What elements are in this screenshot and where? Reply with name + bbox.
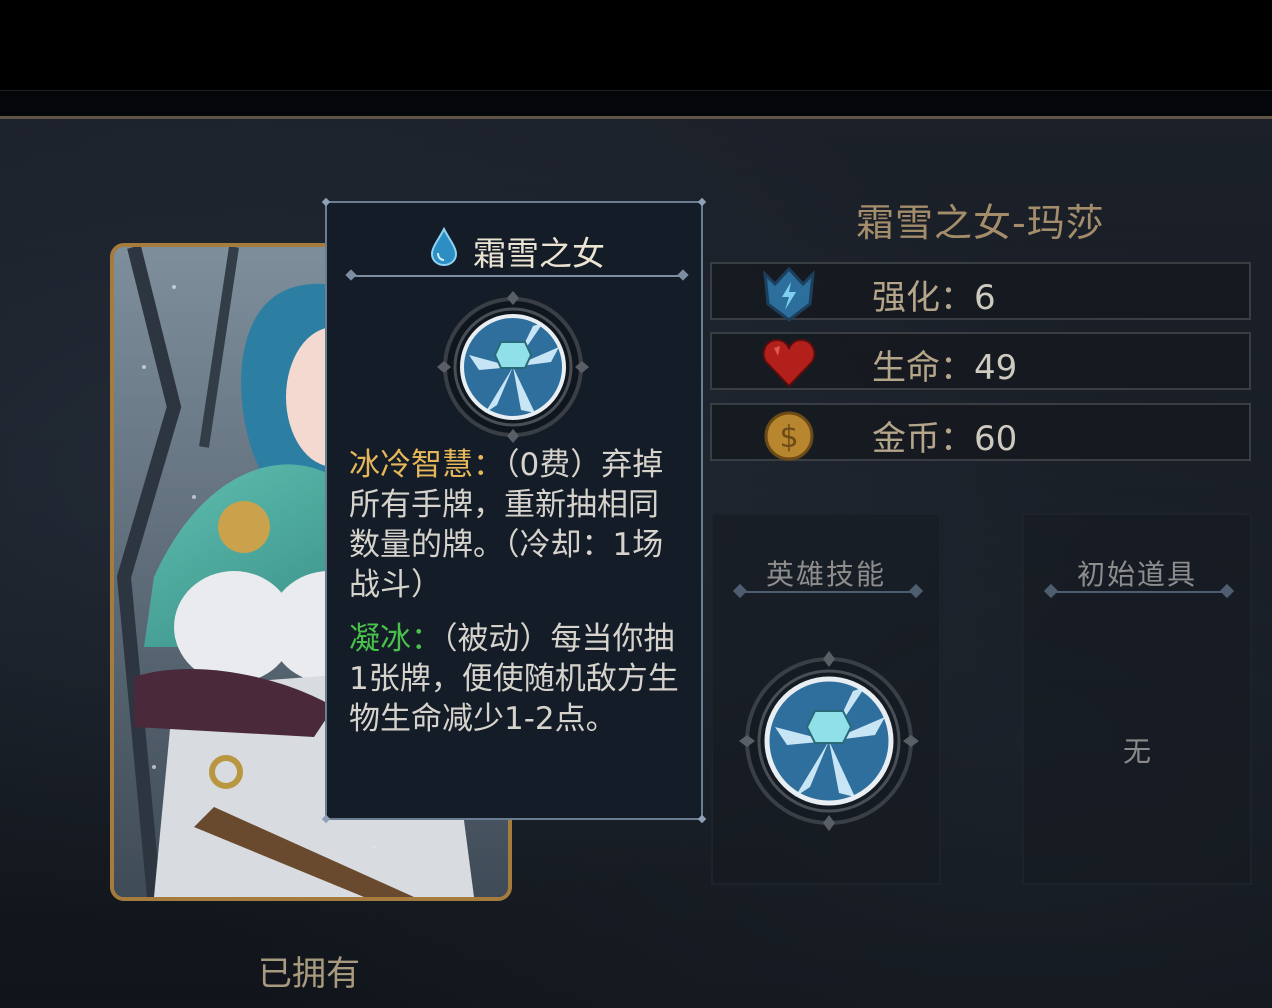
top-strip: ◂■▸ [0,90,1272,200]
owned-label: 已拥有 [258,954,360,994]
stat-row-enhance: 强化：6 [710,262,1251,322]
stat-label: 强化： [872,278,974,318]
shield-emblem-icon [760,264,818,322]
divider [351,275,683,277]
stat-value: 6 [974,278,996,318]
hero-skill-title: 英雄技能 [765,558,886,591]
hero-skill-icon[interactable] [735,647,923,839]
gold-coin-icon: $ [760,405,818,463]
stat-value: 49 [974,348,1018,388]
divider [1052,591,1226,593]
starting-item-box: 初始道具 无 [1022,513,1252,885]
stat-row-gold: $ 金币：60 [710,403,1251,461]
svg-text:$: $ [779,420,798,455]
water-drop-icon [429,226,459,271]
tooltip-title: 霜雪之女 [473,234,605,273]
tooltip-description: 冰冷智慧：（0费）弃掉所有手牌，重新抽相同数量的牌。（冷却：1场战斗） 凝冰：（… [349,445,689,753]
stat-value: 60 [974,419,1018,459]
frost-skill-icon [435,289,591,449]
ability-name-frost: 凝冰： [349,621,442,657]
starting-item-title: 初始道具 [1076,558,1197,591]
stat-label: 生命： [872,348,974,388]
hero-skill-box: 英雄技能 [711,513,941,885]
stat-row-health: 生命：49 [710,332,1251,390]
divider [741,591,915,593]
hero-name: 霜雪之女-玛莎 [856,201,1105,245]
heart-icon [760,334,818,392]
ability-name-cold-wisdom: 冰冷智慧： [349,447,504,483]
skill-tooltip: 霜雪之女 冰冷智慧：（0费）弃掉所有手牌，重新抽相同数量的牌。（冷却：1场战斗）… [321,197,707,824]
empty-item-text: 无 [1122,735,1151,768]
stat-label: 金币： [872,419,974,459]
